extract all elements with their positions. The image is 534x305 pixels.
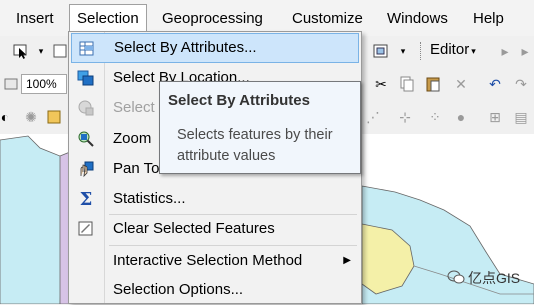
- menu-item-interactive-selection-method[interactable]: Interactive Selection Method ▶: [71, 246, 359, 276]
- reshape-icon[interactable]: ⊹: [396, 108, 414, 126]
- menu-item-label: Selection Options...: [113, 281, 244, 298]
- layer-icon[interactable]: [2, 75, 20, 93]
- table-select-icon: [78, 40, 96, 58]
- sketch-properties-icon[interactable]: ▤: [512, 108, 530, 126]
- undo-icon[interactable]: ↶: [486, 75, 504, 93]
- tooltip: Select By Attributes Selects features by…: [159, 81, 361, 174]
- menu-item-label: Clear Selected Features: [113, 220, 275, 237]
- wechat-logo-icon: [447, 269, 465, 290]
- pan-to-selected-icon: [77, 160, 95, 178]
- cut-icon[interactable]: ✂: [372, 75, 390, 93]
- sigma-icon: Σ: [79, 188, 93, 210]
- attributes-icon[interactable]: ⊞: [486, 108, 504, 126]
- edit-feature-icon[interactable]: [46, 108, 64, 126]
- contrast-icon[interactable]: ◐: [0, 108, 14, 126]
- redo-icon[interactable]: ↷: [512, 75, 530, 93]
- edit-annotation-icon[interactable]: ▸: [516, 42, 534, 60]
- menu-item-statistics[interactable]: Σ Statistics...: [71, 184, 359, 214]
- select-by-graphics-icon: [77, 99, 95, 117]
- menu-item-label: Statistics...: [113, 190, 186, 207]
- select-elements-icon[interactable]: [12, 42, 30, 60]
- tooltip-title: Select By Attributes: [168, 92, 310, 109]
- zoom-to-selected-icon: [77, 130, 95, 148]
- chevron-down-icon: ▾: [471, 46, 476, 56]
- sphere-icon[interactable]: ●: [452, 108, 470, 126]
- menu-item-clear-selected-features[interactable]: Clear Selected Features: [71, 214, 359, 244]
- copy-icon[interactable]: [398, 75, 416, 93]
- select-by-location-icon: [77, 69, 95, 87]
- submenu-arrow-icon: ▶: [343, 255, 351, 266]
- menu-item-selection-options[interactable]: Selection Options...: [71, 275, 359, 305]
- edit-vertices-icon[interactable]: ⋰: [364, 108, 382, 126]
- menu-item-label: Interactive Selection Method: [113, 252, 303, 269]
- cut-polygon-icon[interactable]: ⁘: [426, 108, 444, 126]
- editor-menu-button[interactable]: Editor ▾: [430, 40, 476, 60]
- toolbar-overflow-icon[interactable]: ▾: [394, 42, 412, 60]
- menu-selection[interactable]: Selection: [69, 4, 147, 32]
- menu-item-label: Select By Attributes...: [114, 39, 257, 56]
- tooltip-body: Selects features by their attribute valu…: [177, 127, 333, 164]
- map-scale-combo[interactable]: 100%: [21, 74, 67, 94]
- brightness-icon[interactable]: ✺: [22, 108, 40, 126]
- menu-item-label: Pan To: [113, 160, 160, 177]
- watermark-text: 亿点GIS: [468, 270, 521, 286]
- menu-help[interactable]: Help: [473, 9, 504, 29]
- paste-icon[interactable]: [424, 75, 442, 93]
- menu-item-label: Zoom: [113, 130, 152, 147]
- edit-tool-icon[interactable]: ▸: [496, 42, 514, 60]
- delete-icon[interactable]: ✕: [452, 75, 470, 93]
- clear-selection-icon: [77, 220, 95, 238]
- map-region-blue: [0, 135, 69, 304]
- editor-label: Editor: [430, 41, 470, 58]
- watermark: 亿点GIS: [447, 268, 520, 288]
- menu-item-select-by-attributes[interactable]: Select By Attributes...: [71, 33, 359, 63]
- dropdown-arrow-icon[interactable]: ▾: [32, 42, 50, 60]
- menu-windows[interactable]: Windows: [387, 9, 448, 29]
- menu-item-label: Select: [113, 99, 155, 116]
- menu-insert[interactable]: Insert: [16, 9, 54, 29]
- menu-geoprocessing[interactable]: Geoprocessing: [162, 9, 263, 29]
- toolbar-separator: [420, 42, 422, 60]
- catalog-window-icon[interactable]: [372, 42, 390, 60]
- menu-customize[interactable]: Customize: [292, 9, 363, 29]
